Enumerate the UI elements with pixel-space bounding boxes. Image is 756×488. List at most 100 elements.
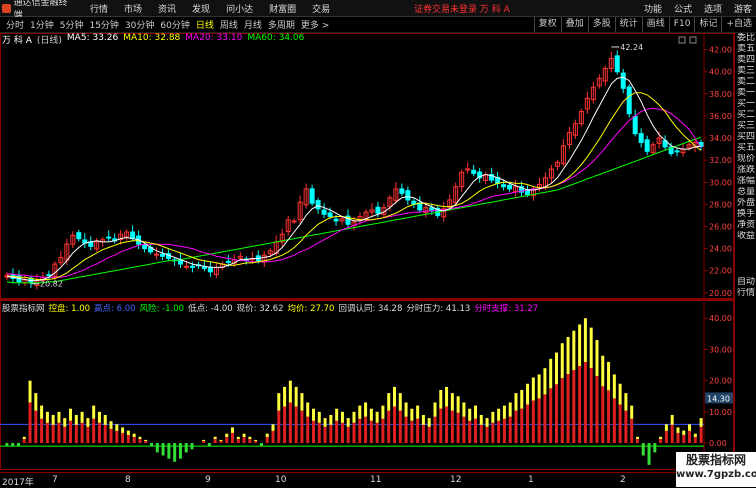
candle-body <box>620 72 626 89</box>
menu-item-quotes[interactable]: 行情 <box>90 2 108 15</box>
restore-rights-button[interactable]: 复权 <box>533 17 561 32</box>
chart-settings-icon <box>678 36 686 44</box>
candle-body <box>632 115 638 135</box>
sidebar-auto[interactable]: 自动 <box>735 277 756 288</box>
sub-tick-label: 20.00 <box>709 377 732 386</box>
period-15min[interactable]: 15分钟 <box>89 18 118 31</box>
candle-body <box>674 150 680 153</box>
price-chart-panel[interactable]: 42.00 40.00 38.00 36.00 34.00 32.00 30.00 28.00… <box>0 33 734 300</box>
candle-body <box>405 190 411 201</box>
indicator-control: 控盘: 1.00 <box>48 304 91 314</box>
menu-formula[interactable]: 公式 <box>674 2 692 15</box>
menu-options[interactable]: 选项 <box>704 2 722 15</box>
period-60min[interactable]: 60分钟 <box>160 18 189 31</box>
candle-body <box>189 265 195 268</box>
candle-body <box>160 253 166 257</box>
menu-item-discover[interactable]: 发现 <box>192 2 210 15</box>
candle-body <box>225 260 231 263</box>
price-tick-label: 24.00 <box>709 245 732 254</box>
period-label: (日线) <box>36 36 62 46</box>
period-tick[interactable]: 分时 <box>6 18 24 31</box>
sidebar-net-assets[interactable]: 净资 <box>735 220 756 231</box>
sidebar-volume[interactable]: 总量 <box>735 187 756 198</box>
chart-maximize-icon <box>689 36 697 44</box>
candle-body <box>507 184 513 190</box>
sidebar-bid-ratio[interactable]: 委比 <box>735 33 756 44</box>
sidebar-bid5[interactable]: 买五 <box>735 143 756 154</box>
sidebar-change[interactable]: 涨跌 <box>735 165 756 176</box>
ma10-label: MA10: 32.88 <box>123 33 181 43</box>
sub-tick-label: 10.00 <box>709 408 732 417</box>
menu-item-ask[interactable]: 问小达 <box>226 2 253 15</box>
sidebar-quotes[interactable]: 行情 <box>735 288 756 299</box>
period-multi[interactable]: 多周期 <box>268 18 295 31</box>
candle-body <box>76 232 82 240</box>
menu-item-trade[interactable]: 交易 <box>312 2 330 15</box>
period-more[interactable]: 更多 > <box>301 18 329 31</box>
candle-body <box>309 188 315 204</box>
sidebar-turnover[interactable]: 换手 <box>735 209 756 220</box>
candle-body <box>333 218 339 222</box>
watermark-url: www.7gpzb.com <box>676 469 756 480</box>
indicator-low: 低点: -4.00 <box>188 304 233 314</box>
price-tick-label: 26.00 <box>709 222 732 231</box>
menu-function[interactable]: 功能 <box>644 2 662 15</box>
menu-item-news[interactable]: 资讯 <box>158 2 176 15</box>
sidebar-bid1[interactable]: 买一 <box>735 99 756 110</box>
period-monthly[interactable]: 月线 <box>244 18 262 31</box>
overlay-button[interactable]: 叠加 <box>560 17 588 32</box>
add-watchlist-button[interactable]: +自选 <box>721 17 756 32</box>
mark-button[interactable]: 标记 <box>694 17 721 32</box>
candle-body <box>471 169 477 174</box>
sidebar-bid3[interactable]: 买三 <box>735 121 756 132</box>
sidebar-change-pct[interactable]: 涨幅 <box>735 176 756 187</box>
statistics-button[interactable]: 统计 <box>614 17 642 32</box>
login-alert[interactable]: 证券交易未登录 万 科 A <box>414 2 510 15</box>
menu-guest[interactable]: 游客 <box>734 2 752 15</box>
sidebar-ask5[interactable]: 卖五 <box>735 44 756 55</box>
price-tick-label: 32.00 <box>709 156 732 165</box>
sidebar-bid4[interactable]: 买四 <box>735 132 756 143</box>
date-label: 1 <box>528 475 534 485</box>
price-chart[interactable]: 42.00 40.00 38.00 36.00 34.00 32.00 30.00 28.00… <box>0 33 734 299</box>
sidebar-ask2[interactable]: 卖二 <box>735 77 756 88</box>
sidebar-ask4[interactable]: 卖四 <box>735 55 756 66</box>
f10-button[interactable]: F10 <box>668 17 695 32</box>
date-axis: 2017年 7 8 9 10 11 12 1 2 <box>0 472 734 488</box>
indicator-legend: 股票指标网 控盘: 1.00 高点: 6.00 风险: -1.00 低点: -4… <box>2 302 538 314</box>
low-price-label: 20.82 <box>40 280 63 289</box>
multi-stock-button[interactable]: 多股 <box>587 17 615 32</box>
sidebar-outer[interactable]: 外盘 <box>735 198 756 209</box>
period-1min[interactable]: 1分钟 <box>30 18 54 31</box>
sidebar-earnings[interactable]: 收益 <box>735 231 756 242</box>
period-daily[interactable]: 日线 <box>196 18 214 31</box>
candle-body <box>327 212 333 218</box>
price-tick-label: 22.00 <box>709 267 732 276</box>
quote-sidebar: 委比 卖五 卖四 卖三 卖二 卖一 买一 买二 买三 买四 买五 现价 涨跌 涨… <box>734 33 756 473</box>
sidebar-ask1[interactable]: 卖一 <box>735 88 756 99</box>
period-5min[interactable]: 5分钟 <box>60 18 84 31</box>
period-weekly[interactable]: 周线 <box>220 18 238 31</box>
candle-body <box>291 220 297 223</box>
candle-body <box>626 86 632 115</box>
sidebar-bid2[interactable]: 买二 <box>735 110 756 121</box>
candle-body <box>501 184 507 188</box>
draw-line-button[interactable]: 画线 <box>641 17 669 32</box>
sub-current-label: 14.30 <box>707 394 730 403</box>
indicator-support: 分时支撑: 31.27 <box>474 304 539 314</box>
sidebar-ask3[interactable]: 卖三 <box>735 66 756 77</box>
period-30min[interactable]: 30分钟 <box>125 18 154 31</box>
indicator-chart[interactable]: 40.00 30.00 20.00 10.00 0.00 14.30 <box>0 300 734 470</box>
indicator-panel[interactable]: 40.00 30.00 20.00 10.00 0.00 14.30 股票指标网 控盘: … <box>0 300 734 470</box>
high-price-label: 42.24 <box>620 43 643 52</box>
sub-tick-label: 30.00 <box>709 345 732 354</box>
date-label: 2 <box>620 475 626 485</box>
candle-body <box>130 231 136 240</box>
sidebar-price[interactable]: 现价 <box>735 154 756 165</box>
stock-name: 万 科 A <box>2 36 32 46</box>
menu-item-market[interactable]: 市场 <box>124 2 142 15</box>
main-legend: 万 科 A (日线) MA5: 33.26 MA10: 32.88 MA20: … <box>2 33 304 46</box>
menu-item-wealth[interactable]: 财富圈 <box>269 2 296 15</box>
date-label: 11 <box>370 475 382 485</box>
